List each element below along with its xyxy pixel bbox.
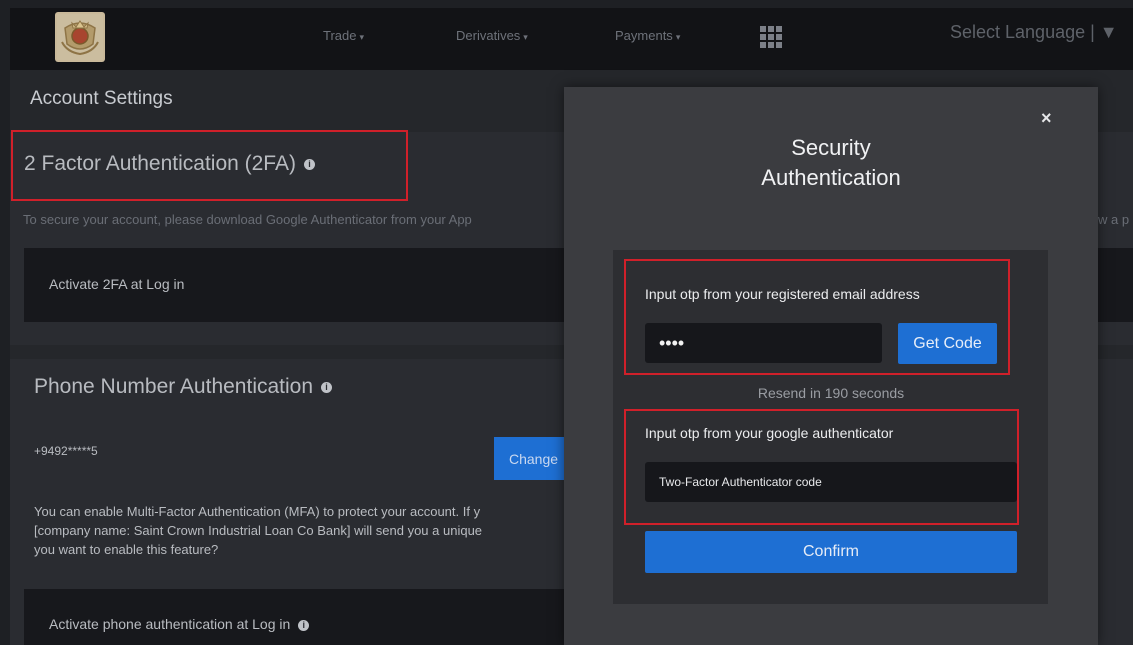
modal-title-line2: Authentication <box>761 165 901 190</box>
activate-phone-label-wrap: Activate phone authentication at Log in i <box>49 616 310 632</box>
language-selector[interactable]: Select Language | ▼ <box>950 22 1118 43</box>
change-phone-button[interactable]: Change <box>494 437 569 480</box>
chevron-down-icon: ▾ <box>523 32 528 42</box>
crest-logo-icon[interactable] <box>55 12 105 62</box>
phone-auth-title-text: Phone Number Authentication <box>34 375 314 398</box>
activate-2fa-label: Activate 2FA at Log in <box>49 276 185 292</box>
resend-countdown: Resend in 190 seconds <box>757 385 905 401</box>
twofa-title-text: 2 Factor Authentication (2FA) <box>24 152 296 175</box>
info-icon[interactable]: i <box>321 381 333 393</box>
mfa-description: You can enable Multi-Factor Authenticati… <box>34 502 569 566</box>
modal-title-line1: Security <box>791 135 871 160</box>
google-otp-input[interactable] <box>645 462 1017 502</box>
close-icon[interactable]: × <box>1041 108 1052 129</box>
activate-2fa-row: Activate 2FA at Log in <box>24 248 569 322</box>
mfa-line: You can enable Multi-Factor Authenticati… <box>34 504 481 519</box>
chevron-down-icon: ▾ <box>359 32 365 42</box>
activate-phone-label: Activate phone authentication at Log in <box>49 616 291 632</box>
nav-payments-label: Payments <box>615 28 673 43</box>
nav-derivatives[interactable]: Derivatives ▾ <box>456 28 528 43</box>
phone-number: +9492*****5 <box>34 444 98 458</box>
nav-derivatives-label: Derivatives <box>456 28 521 43</box>
nav-trade-label: Trade <box>323 28 357 43</box>
google-otp-label: Input otp from your google authenticator <box>645 425 894 441</box>
email-otp-label: Input otp from your registered email add… <box>645 286 920 302</box>
chevron-down-icon: ▾ <box>675 32 681 42</box>
get-code-button[interactable]: Get Code <box>898 323 997 364</box>
activate-2fa-row-right <box>1098 248 1133 322</box>
mfa-line: you want to enable this feature? <box>34 542 219 557</box>
twofa-section-title: 2 Factor Authentication (2FA) i <box>24 152 315 176</box>
twofa-description: To secure your account, please download … <box>23 212 472 227</box>
activate-phone-row: Activate phone authentication at Log in i <box>24 589 569 645</box>
nav-trade[interactable]: Trade ▾ <box>323 28 364 43</box>
phone-auth-section-title: Phone Number Authentication i <box>34 375 333 399</box>
modal-title: Security Authentication <box>697 133 965 193</box>
apps-grid-icon[interactable] <box>760 26 782 48</box>
twofa-description-tail: w a p <box>1098 212 1130 227</box>
mfa-line: [company name: Saint Crown Industrial Lo… <box>34 523 483 538</box>
top-navbar: Trade ▾ Derivatives ▾ Payments ▾ Select Lan… <box>10 8 1133 70</box>
page-title: Account Settings <box>30 88 173 109</box>
info-icon[interactable]: i <box>303 158 315 170</box>
nav-payments[interactable]: Payments ▾ <box>615 28 680 43</box>
info-icon[interactable]: i <box>298 619 310 631</box>
email-otp-input[interactable] <box>645 323 882 363</box>
confirm-button[interactable]: Confirm <box>645 531 1017 573</box>
